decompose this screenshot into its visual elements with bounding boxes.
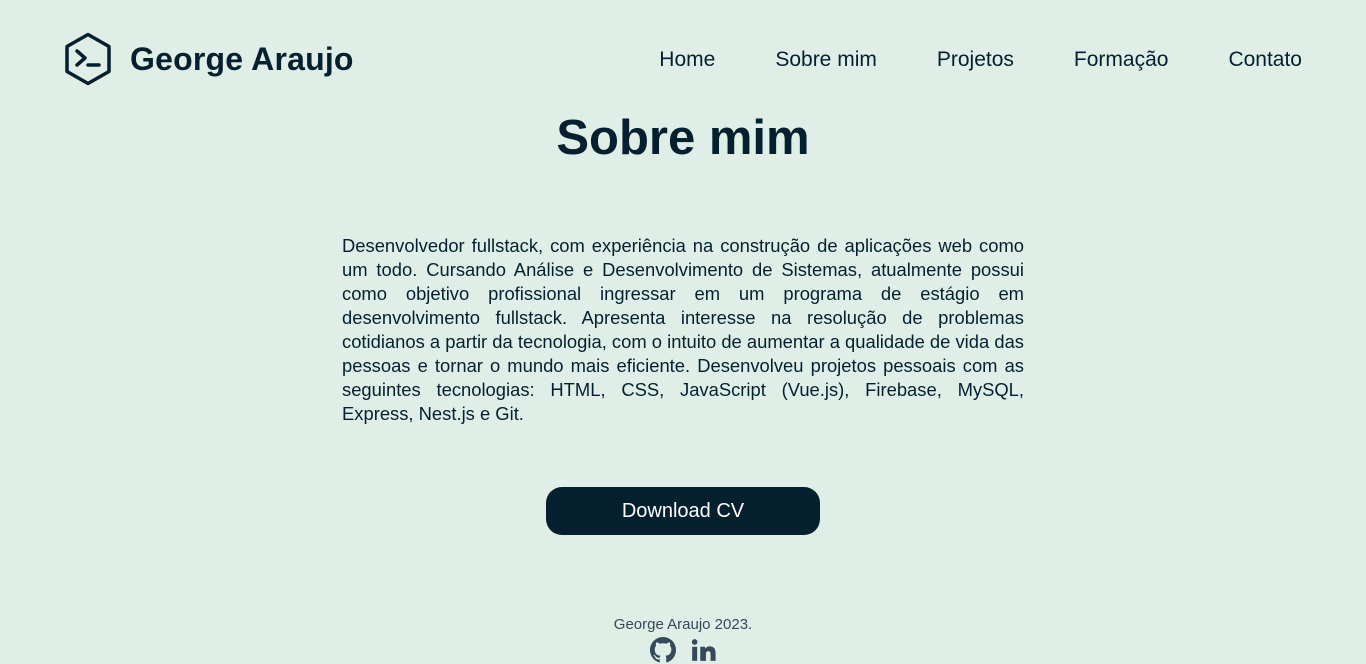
linkedin-icon	[691, 639, 716, 661]
social-links	[0, 637, 1366, 663]
site-header: George Araujo Home Sobre mim Projetos Fo…	[0, 0, 1366, 118]
nav-link-sobre-mim[interactable]: Sobre mim	[775, 49, 877, 70]
nav-link-home[interactable]: Home	[659, 49, 715, 70]
download-cv-button[interactable]: Download CV	[546, 487, 820, 535]
github-link[interactable]	[650, 637, 676, 663]
about-text: Desenvolvedor fullstack, com experiência…	[342, 235, 1024, 424]
site-footer: George Araujo 2023.	[0, 612, 1366, 663]
terminal-hexagon-icon	[65, 32, 111, 86]
github-icon	[650, 637, 676, 663]
nav-link-contato[interactable]: Contato	[1228, 49, 1302, 70]
nav-link-projetos[interactable]: Projetos	[937, 49, 1014, 70]
linkedin-link[interactable]	[690, 637, 716, 663]
brand[interactable]: George Araujo	[62, 31, 354, 87]
main-nav: Home Sobre mim Projetos Formação Contato	[599, 45, 1302, 73]
copyright-text: George Araujo 2023.	[613, 616, 753, 633]
brand-name: George Araujo	[130, 41, 354, 77]
page-title: Sobre mim	[556, 111, 810, 165]
nav-link-formacao[interactable]: Formação	[1074, 49, 1169, 70]
